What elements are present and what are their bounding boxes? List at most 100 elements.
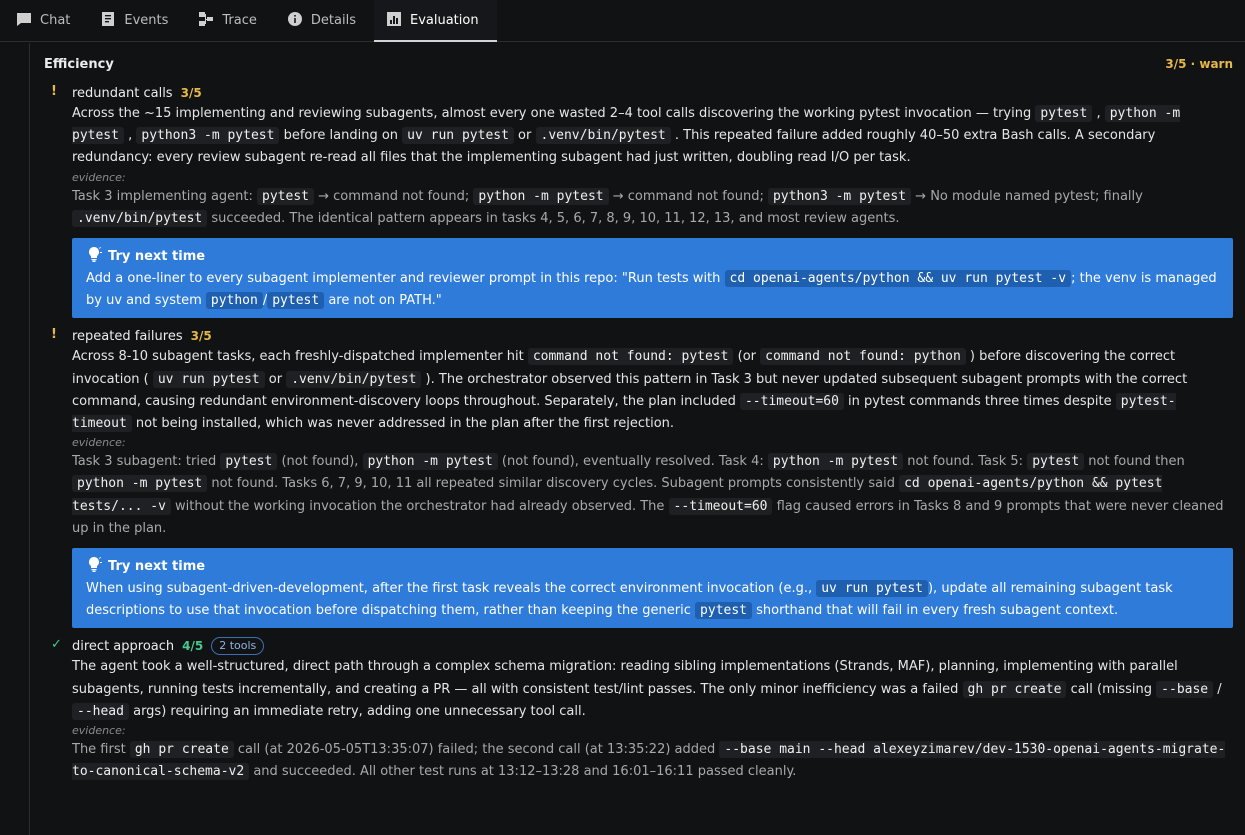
text-run: call (at 2026-05-05T13:35:07) failed; th… bbox=[233, 742, 720, 758]
callout-header: Try next time bbox=[86, 246, 1219, 266]
section-title: Efficiency bbox=[44, 56, 114, 72]
code-snippet: python -m pytest bbox=[72, 475, 208, 493]
tab-chat[interactable]: Chat bbox=[4, 0, 88, 41]
warning-icon: ! bbox=[51, 84, 57, 99]
text-run: (not found), eventually resolved. Task 4… bbox=[497, 454, 768, 470]
code-snippet: gh pr create bbox=[129, 741, 234, 759]
code-snippet: gh pr create bbox=[962, 680, 1067, 698]
criterion-item: ✓ direct approach 4/5 2 tools The agent took… bbox=[30, 636, 1245, 783]
criterion-score: 3/5 bbox=[190, 329, 212, 344]
code-snippet: uv run pytest bbox=[816, 580, 928, 598]
callout-body: When using subagent-driven-development, … bbox=[86, 578, 1219, 622]
criterion-header: repeated failures 3/5 bbox=[72, 326, 1233, 346]
criterion-score: 4/5 bbox=[182, 639, 204, 654]
code-snippet: pytest bbox=[1027, 453, 1085, 471]
evidence-label: evidence: bbox=[72, 170, 126, 184]
callout-title: Try next time bbox=[108, 558, 206, 574]
criterion-name: direct approach bbox=[72, 638, 175, 654]
text-run: Task 3 implementing agent: bbox=[72, 188, 258, 204]
code-snippet: --base bbox=[1156, 680, 1214, 698]
criterion-item: ! repeated failures 3/5 Across 8-10 subagen… bbox=[30, 326, 1245, 629]
code-snippet: pytest bbox=[257, 187, 314, 205]
code-snippet: .venv/bin/pytest bbox=[535, 127, 671, 145]
criterion-score: 3/5 bbox=[180, 86, 202, 100]
code-snippet: python -m pytest bbox=[473, 187, 609, 205]
tab-evaluation[interactable]: Evaluation bbox=[373, 0, 497, 42]
criterion-description: Across 8-10 subagent tasks, each freshly… bbox=[72, 346, 1233, 435]
chat-icon bbox=[16, 11, 32, 31]
text-run: are not on PATH." bbox=[324, 293, 442, 309]
code-snippet: python bbox=[205, 292, 263, 310]
text-run: args) requiring an immediate retry, addi… bbox=[128, 703, 586, 719]
text-run: When using subagent-driven-development, … bbox=[86, 581, 817, 597]
text-run: , bbox=[123, 128, 137, 144]
text-run: Task 3 subagent: tried bbox=[72, 454, 221, 470]
code-snippet: python -m pytest bbox=[362, 453, 498, 471]
text-run: / bbox=[1213, 681, 1222, 697]
check-icon: ✓ bbox=[51, 637, 62, 653]
code-snippet: --head bbox=[72, 702, 129, 720]
tab-label: Details bbox=[310, 13, 356, 28]
text-run: without the working invocation the orche… bbox=[170, 498, 669, 514]
tab-label: Events bbox=[124, 13, 169, 28]
evaluation-panel: Efficiency 3/5 · warn ! redundant calls 3/… bbox=[29, 43, 1245, 835]
trace-icon bbox=[198, 11, 214, 31]
text-run: The first bbox=[72, 742, 130, 758]
left-rail bbox=[0, 43, 28, 835]
text-run: not found then bbox=[1084, 454, 1185, 470]
code-snippet: command not found: python bbox=[760, 348, 966, 366]
text-run: → No module named pytest; finally bbox=[911, 188, 1143, 204]
code-snippet: --timeout=60 bbox=[668, 497, 773, 515]
text-run: succeeded. The identical pattern appears… bbox=[207, 210, 900, 226]
text-run: shorthand that will fail in every fresh … bbox=[752, 603, 1119, 619]
code-snippet: pytest bbox=[695, 602, 753, 620]
callout-title: Try next time bbox=[108, 248, 206, 264]
tab-label: Chat bbox=[40, 13, 71, 28]
text-run: not being installed, which was never add… bbox=[131, 416, 675, 432]
criterion-header: direct approach 4/5 2 tools bbox=[72, 636, 1233, 656]
code-snippet: pytest bbox=[220, 453, 278, 471]
try-next-time-callout: Try next time When using subagent-driven-… bbox=[72, 548, 1233, 629]
text-run: Across 8-10 subagent tasks, each freshly… bbox=[72, 349, 528, 365]
text-run: Across the ~15 implementing and reviewin… bbox=[72, 106, 1036, 121]
text-run: Add a one-liner to every subagent implem… bbox=[86, 271, 725, 287]
text-run: not found. Tasks 6, 7, 9, 10, 11 all rep… bbox=[207, 476, 900, 492]
lightbulb-icon bbox=[86, 556, 102, 576]
text-run: , bbox=[1092, 106, 1105, 121]
code-snippet: pytest bbox=[1035, 105, 1093, 122]
text-run: (not found), bbox=[277, 454, 363, 470]
text-run: → command not found; bbox=[314, 188, 474, 204]
code-snippet: python3 -m pytest bbox=[136, 127, 280, 145]
text-run: or bbox=[513, 128, 536, 144]
tab-trace[interactable]: Trace bbox=[186, 0, 275, 41]
code-snippet: python3 -m pytest bbox=[767, 187, 912, 205]
tools-badge[interactable]: 2 tools bbox=[211, 637, 265, 656]
criterion-name: redundant calls bbox=[72, 85, 173, 101]
criterion-description: The agent took a well-structured, direct… bbox=[72, 656, 1233, 723]
tab-label: Evaluation bbox=[409, 13, 479, 28]
chart-icon bbox=[386, 11, 402, 31]
section-score: 3/5 · warn bbox=[1165, 57, 1233, 71]
text-run: and succeeded. All other test runs at 13… bbox=[249, 764, 797, 780]
events-icon bbox=[100, 11, 116, 31]
evidence-text: Task 3 implementing agent: pytest → comm… bbox=[72, 186, 1233, 230]
text-run: (or bbox=[733, 349, 761, 365]
text-run: before landing on bbox=[279, 128, 403, 144]
code-snippet: .venv/bin/pytest bbox=[72, 209, 208, 227]
code-snippet: uv run pytest bbox=[402, 127, 514, 145]
warning-icon: ! bbox=[51, 327, 57, 343]
code-snippet: pytest bbox=[267, 292, 325, 310]
code-snippet: --timeout=60 bbox=[739, 392, 844, 410]
tab-events[interactable]: Events bbox=[88, 0, 186, 41]
code-snippet: .venv/bin/pytest bbox=[286, 370, 422, 388]
evidence-text: Task 3 subagent: tried pytest (not found… bbox=[72, 451, 1233, 540]
tab-details[interactable]: Details bbox=[275, 0, 374, 41]
evidence-text: The first gh pr create call (at 2026-05-… bbox=[72, 739, 1233, 783]
text-run: or bbox=[264, 371, 287, 387]
try-next-time-callout: Try next time Add a one-liner to every su… bbox=[72, 238, 1233, 319]
text-run: not found. Task 5: bbox=[903, 454, 1028, 470]
text-run: → command not found; bbox=[608, 188, 768, 204]
lightbulb-icon bbox=[86, 246, 102, 266]
evidence-label: evidence: bbox=[72, 724, 126, 738]
code-snippet: cd openai-agents/python && uv run pytest… bbox=[724, 270, 1072, 288]
